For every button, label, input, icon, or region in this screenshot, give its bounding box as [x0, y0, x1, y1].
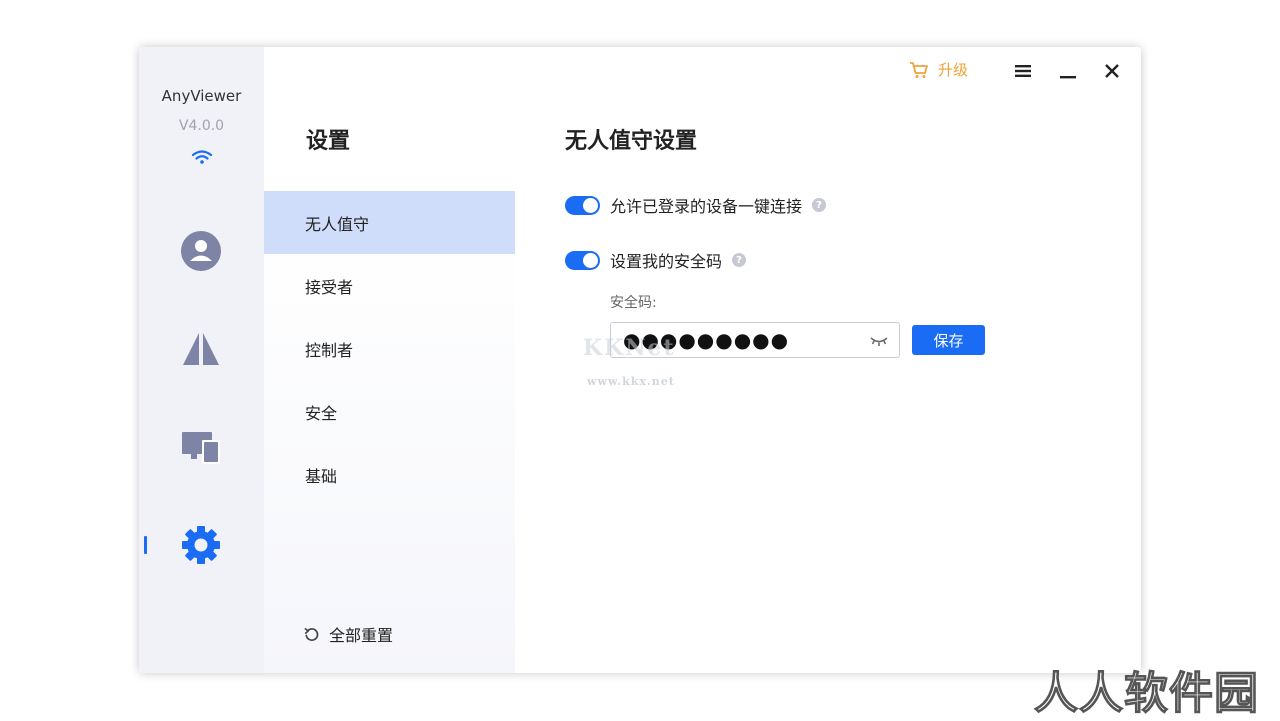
- rail-active-indicator: [144, 536, 147, 554]
- nav-item-security[interactable]: 安全: [264, 380, 515, 443]
- wifi-icon: [191, 150, 213, 164]
- settings-nav: 设置 无人值守 接受者 控制者 安全 基础 全部重置: [264, 47, 515, 673]
- security-code-label: 安全码:: [610, 295, 657, 311]
- minimize-button[interactable]: [1057, 60, 1079, 82]
- rail-devices-button[interactable]: [177, 423, 225, 471]
- menu-icon: [1015, 65, 1031, 77]
- app-name: AnyViewer: [161, 87, 242, 105]
- nav-item-unattended[interactable]: 无人值守: [264, 191, 515, 254]
- page-title: 无人值守设置: [565, 129, 698, 154]
- nav-item-recipient[interactable]: 接受者: [264, 254, 515, 317]
- reset-all-label: 全部重置: [329, 626, 394, 645]
- rail-account-button[interactable]: [177, 227, 225, 275]
- reset-all-button[interactable]: 全部重置: [304, 622, 393, 646]
- devices-icon: [182, 432, 220, 464]
- close-icon: [1105, 64, 1119, 78]
- watermark-logo: KKNet: [583, 335, 676, 361]
- settings-gear-icon: [182, 526, 220, 564]
- minimize-icon: [1060, 76, 1076, 79]
- one-click-connect-toggle[interactable]: [565, 195, 600, 215]
- account-icon: [181, 231, 221, 271]
- upgrade-button[interactable]: 升级: [909, 59, 968, 80]
- security-code-toggle[interactable]: [565, 250, 600, 270]
- reset-icon: [304, 627, 319, 641]
- help-icon[interactable]: ?: [732, 253, 747, 267]
- security-code-row: 设置我的安全码 ?: [565, 248, 747, 272]
- menu-button[interactable]: [1012, 60, 1034, 82]
- close-button[interactable]: [1101, 60, 1123, 82]
- rail-settings-button[interactable]: [177, 521, 225, 569]
- corner-watermark: 人人软件园: [1033, 667, 1259, 719]
- one-click-connect-row: 允许已登录的设备一键连接 ?: [565, 193, 827, 217]
- nav-item-controller[interactable]: 控制者: [264, 317, 515, 380]
- rail-remote-button[interactable]: [177, 325, 225, 373]
- help-icon[interactable]: ?: [812, 198, 827, 212]
- one-click-connect-label: 允许已登录的设备一键连接: [610, 197, 803, 216]
- settings-title: 设置: [306, 129, 351, 154]
- cart-icon: [910, 61, 928, 78]
- app-version: V4.0.0: [178, 118, 225, 134]
- left-rail: AnyViewer V4.0.0: [139, 47, 264, 673]
- watermark-url: www.kkx.net: [587, 375, 675, 388]
- upgrade-label: 升级: [938, 61, 969, 79]
- save-button[interactable]: 保存: [912, 325, 985, 355]
- remote-control-icon: [183, 333, 219, 365]
- title-bar: 升级: [515, 47, 1141, 97]
- nav-item-basic[interactable]: 基础: [264, 443, 515, 506]
- eye-closed-icon[interactable]: [869, 334, 889, 348]
- security-code-toggle-label: 设置我的安全码: [610, 252, 723, 271]
